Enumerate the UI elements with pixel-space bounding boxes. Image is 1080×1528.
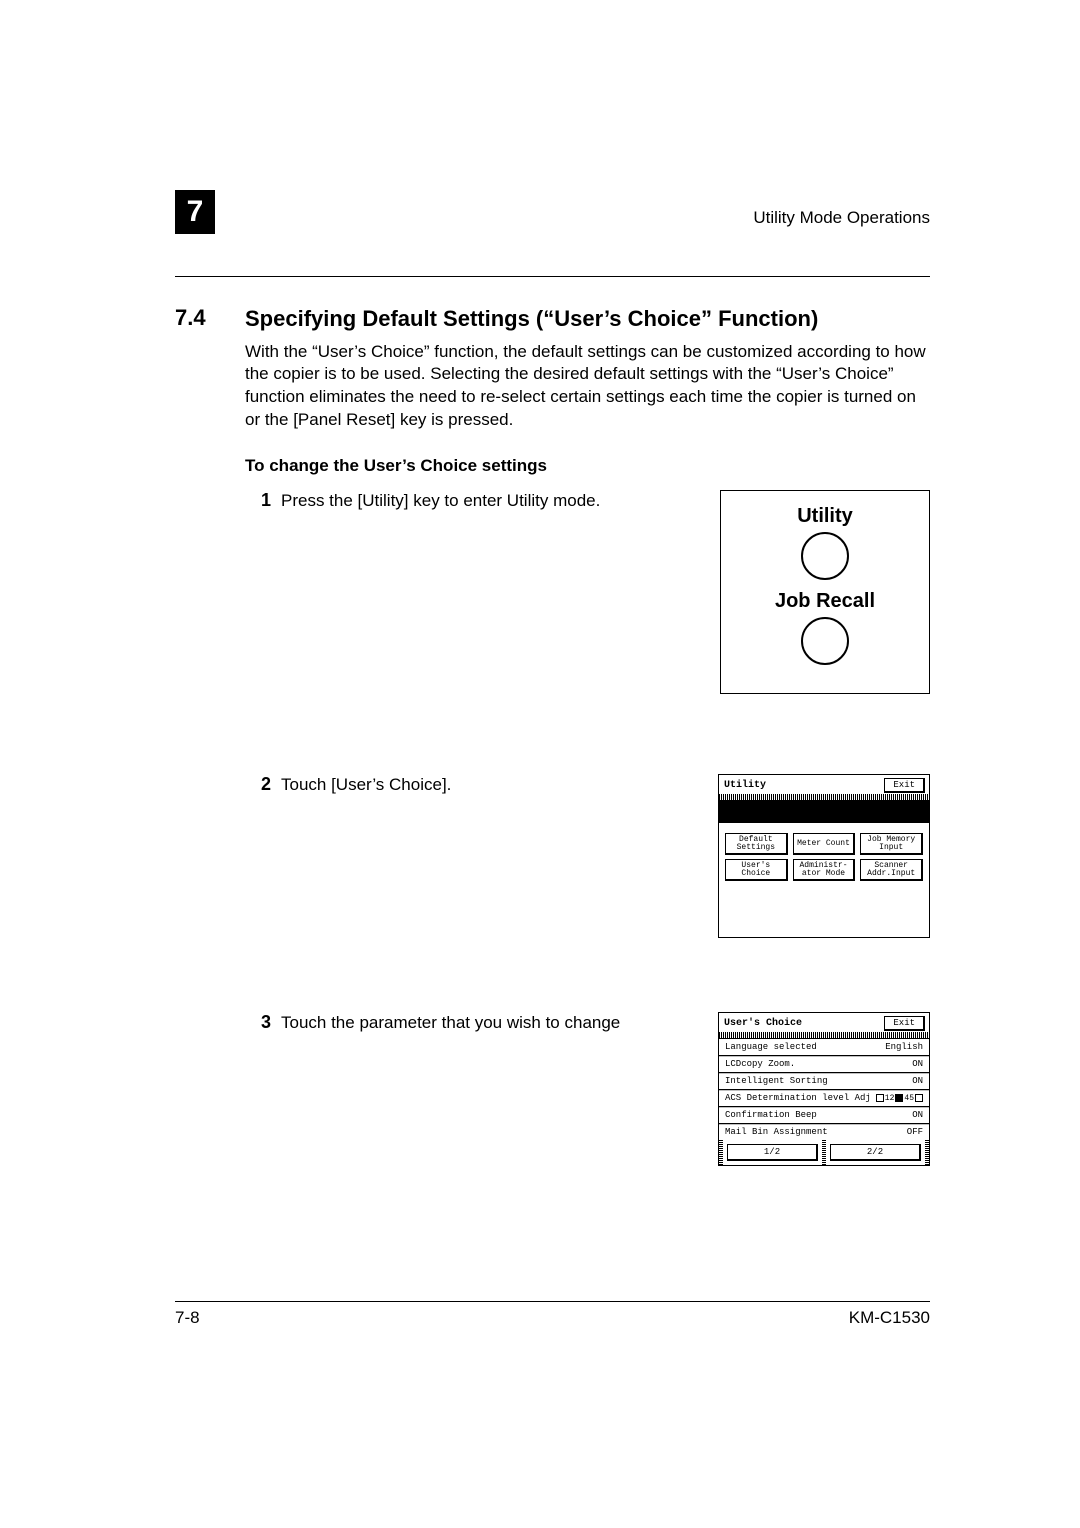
param-value: English bbox=[879, 1042, 923, 1052]
step-text: Touch the parameter that you wish to cha… bbox=[281, 1012, 718, 1035]
users-choice-button[interactable]: User's Choice bbox=[725, 859, 788, 881]
page-2-button[interactable]: 2/2 bbox=[830, 1144, 921, 1161]
list-item[interactable]: Confirmation Beep ON bbox=[719, 1107, 929, 1124]
param-value: ON bbox=[906, 1076, 923, 1086]
panel-title: User's Choice bbox=[724, 1018, 802, 1029]
list-item[interactable]: LCDcopy Zoom. ON bbox=[719, 1056, 929, 1073]
page-number: 7-8 bbox=[175, 1308, 200, 1328]
running-title: Utility Mode Operations bbox=[753, 208, 930, 234]
intro-paragraph: With the “User’s Choice” function, the d… bbox=[245, 341, 930, 433]
default-settings-button[interactable]: Default Settings bbox=[725, 833, 788, 855]
list-item[interactable]: Mail Bin Assignment OFF bbox=[719, 1124, 929, 1140]
administrator-mode-button[interactable]: Administr-ator Mode bbox=[793, 859, 856, 881]
param-name: Confirmation Beep bbox=[725, 1110, 817, 1120]
param-value: ON bbox=[906, 1059, 923, 1069]
step-number: 1 bbox=[245, 490, 281, 511]
job-recall-key-icon bbox=[801, 617, 849, 665]
meter-count-button[interactable]: Meter Count bbox=[793, 833, 856, 855]
param-value: OFF bbox=[901, 1127, 923, 1137]
list-item[interactable]: Intelligent Sorting ON bbox=[719, 1073, 929, 1090]
section-number: 7.4 bbox=[175, 305, 245, 331]
procedure-heading: To change the User’s Choice settings bbox=[245, 456, 930, 476]
param-name: Language selected bbox=[725, 1042, 817, 1052]
chapter-number-badge: 7 bbox=[175, 190, 215, 234]
panel-title: Utility bbox=[724, 780, 766, 791]
step-text: Touch [User’s Choice]. bbox=[281, 774, 718, 797]
panel-black-strip bbox=[719, 801, 929, 823]
step-number: 2 bbox=[245, 774, 281, 795]
model-number: KM-C1530 bbox=[849, 1308, 930, 1328]
job-memory-input-button[interactable]: Job Memory Input bbox=[860, 833, 923, 855]
list-item[interactable]: ACS Determination level Adjust. 1245 bbox=[719, 1090, 929, 1107]
utility-key-icon bbox=[801, 532, 849, 580]
scanner-addr-input-button[interactable]: Scanner Addr.Input bbox=[860, 859, 923, 881]
param-value: ON bbox=[906, 1110, 923, 1120]
list-item[interactable]: Language selected English bbox=[719, 1039, 929, 1056]
exit-button[interactable]: Exit bbox=[884, 1016, 925, 1031]
figure-utility-panel: Utility Exit Default Settings Meter Coun… bbox=[718, 774, 930, 938]
key-label-job-recall: Job Recall bbox=[721, 590, 929, 613]
figure-utility-keys: Utility Job Recall bbox=[720, 490, 930, 694]
param-name: Mail Bin Assignment bbox=[725, 1127, 828, 1137]
param-name: LCDcopy Zoom. bbox=[725, 1059, 795, 1069]
param-value: 1245 bbox=[870, 1094, 923, 1103]
page-1-button[interactable]: 1/2 bbox=[727, 1144, 818, 1161]
param-name: Intelligent Sorting bbox=[725, 1076, 828, 1086]
exit-button[interactable]: Exit bbox=[884, 778, 925, 793]
section-title: Specifying Default Settings (“User’s Cho… bbox=[245, 305, 818, 333]
key-label-utility: Utility bbox=[721, 505, 929, 528]
param-name: ACS Determination level Adjust. bbox=[725, 1093, 870, 1103]
step-text: Press the [Utility] key to enter Utility… bbox=[281, 490, 720, 513]
step-number: 3 bbox=[245, 1012, 281, 1033]
figure-users-choice-panel: User's Choice Exit Language selected Eng… bbox=[718, 1012, 930, 1166]
